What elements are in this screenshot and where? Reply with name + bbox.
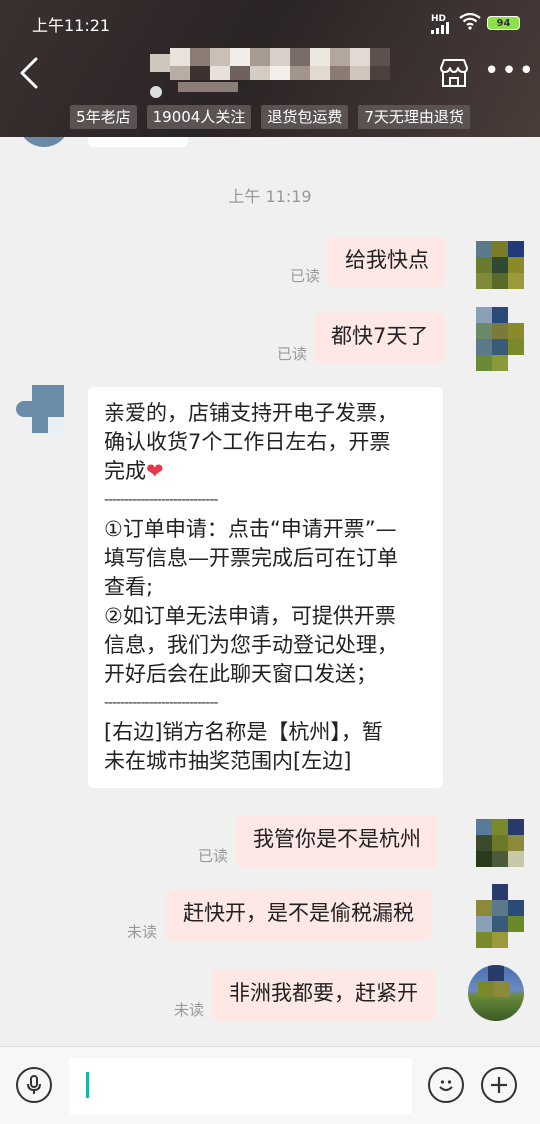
emoji-icon[interactable] [428, 1067, 464, 1103]
previous-avatar [18, 137, 70, 147]
message-input[interactable] [69, 1058, 412, 1114]
shop-tag: 退货包运费 [261, 105, 349, 129]
read-status: 未读 [127, 923, 158, 941]
input-bar [0, 1046, 540, 1124]
back-arrow-icon[interactable] [16, 55, 46, 91]
shop-tag: 19004人关注 [146, 105, 252, 129]
shop-tag: 7天无理由退货 [358, 105, 470, 129]
message-line: 填写信息—开票完成后可在订单 [104, 546, 398, 570]
user-avatar[interactable] [476, 307, 526, 371]
message-bubble-outgoing[interactable]: 非洲我都要，赶紧开 [212, 969, 435, 1021]
message-line: 信息，我们为您手动登记处理， [104, 633, 398, 657]
message-bubble-outgoing[interactable]: 赶快开，是不是偷税漏税 [166, 889, 431, 941]
read-status: 未读 [174, 1001, 205, 1019]
plus-icon[interactable] [481, 1067, 517, 1103]
heart-icon: ❤ [146, 459, 164, 483]
message-line: 完成 [104, 459, 146, 483]
message-bubble-outgoing[interactable]: 给我快点 [328, 237, 446, 287]
message-line-row: 完成❤ [104, 457, 427, 486]
message-line: 查看; [104, 575, 154, 599]
user-avatar[interactable] [476, 241, 526, 291]
message-divider: ---------------------------- [104, 492, 218, 508]
read-status: 已读 [290, 267, 321, 285]
status-time: 上午11:21 [32, 16, 111, 35]
read-status: 已读 [277, 345, 308, 363]
chat-area[interactable]: 上午 11:19 已读 给我快点 已读 都快7天了 亲爱的，店铺支持开电子发票，… [0, 137, 540, 1045]
text-caret [86, 1072, 89, 1098]
message-line: 未在城市抽奖范围内[左边] [104, 749, 352, 773]
shop-name-mosaic [150, 48, 390, 98]
shop-tag: 5年老店 [70, 105, 137, 129]
message-line: ①订单申请：点击“申请开票”— [104, 517, 397, 541]
read-status: 已读 [198, 847, 229, 865]
message-divider: ---------------------------- [104, 695, 218, 711]
signal-icon [431, 22, 449, 34]
message-line: [右边]销方名称是【杭州】，暂 [104, 720, 383, 744]
message-bubble-outgoing[interactable]: 我管你是不是杭州 [236, 815, 438, 867]
message-bubble-incoming[interactable]: 亲爱的，店铺支持开电子发票， 确认收货7个工作日左右，开票 完成❤ ------… [88, 387, 443, 788]
microphone-icon[interactable] [16, 1067, 52, 1103]
shop-tags: 5年老店 19004人关注 退货包运费 7天无理由退货 [0, 105, 540, 129]
user-avatar[interactable] [476, 884, 526, 948]
message-bubble-outgoing[interactable]: 都快7天了 [314, 312, 446, 364]
message-line: ②如订单无法申请，可提供开票 [104, 604, 396, 628]
store-icon[interactable] [437, 56, 471, 90]
user-avatar[interactable] [468, 965, 524, 1021]
message-line: 亲爱的，店铺支持开电子发票， [104, 401, 398, 425]
shop-avatar[interactable] [16, 385, 66, 435]
message-line: 开好后会在此聊天窗口发送； [104, 662, 377, 686]
previous-bubble [88, 137, 188, 147]
status-bar: 上午11:21 HD 94 [0, 0, 540, 46]
more-icon[interactable]: ••• [484, 58, 536, 84]
user-avatar[interactable] [476, 819, 526, 869]
message-timestamp: 上午 11:19 [228, 187, 312, 206]
battery-indicator: 94 [487, 16, 520, 30]
chat-header: 上午11:21 HD 94 ••• 5年老店 19004人关注 退货包运费 7天… [0, 0, 540, 137]
message-line: 确认收货7个工作日左右，开票 [104, 430, 391, 454]
wifi-icon [459, 12, 481, 30]
